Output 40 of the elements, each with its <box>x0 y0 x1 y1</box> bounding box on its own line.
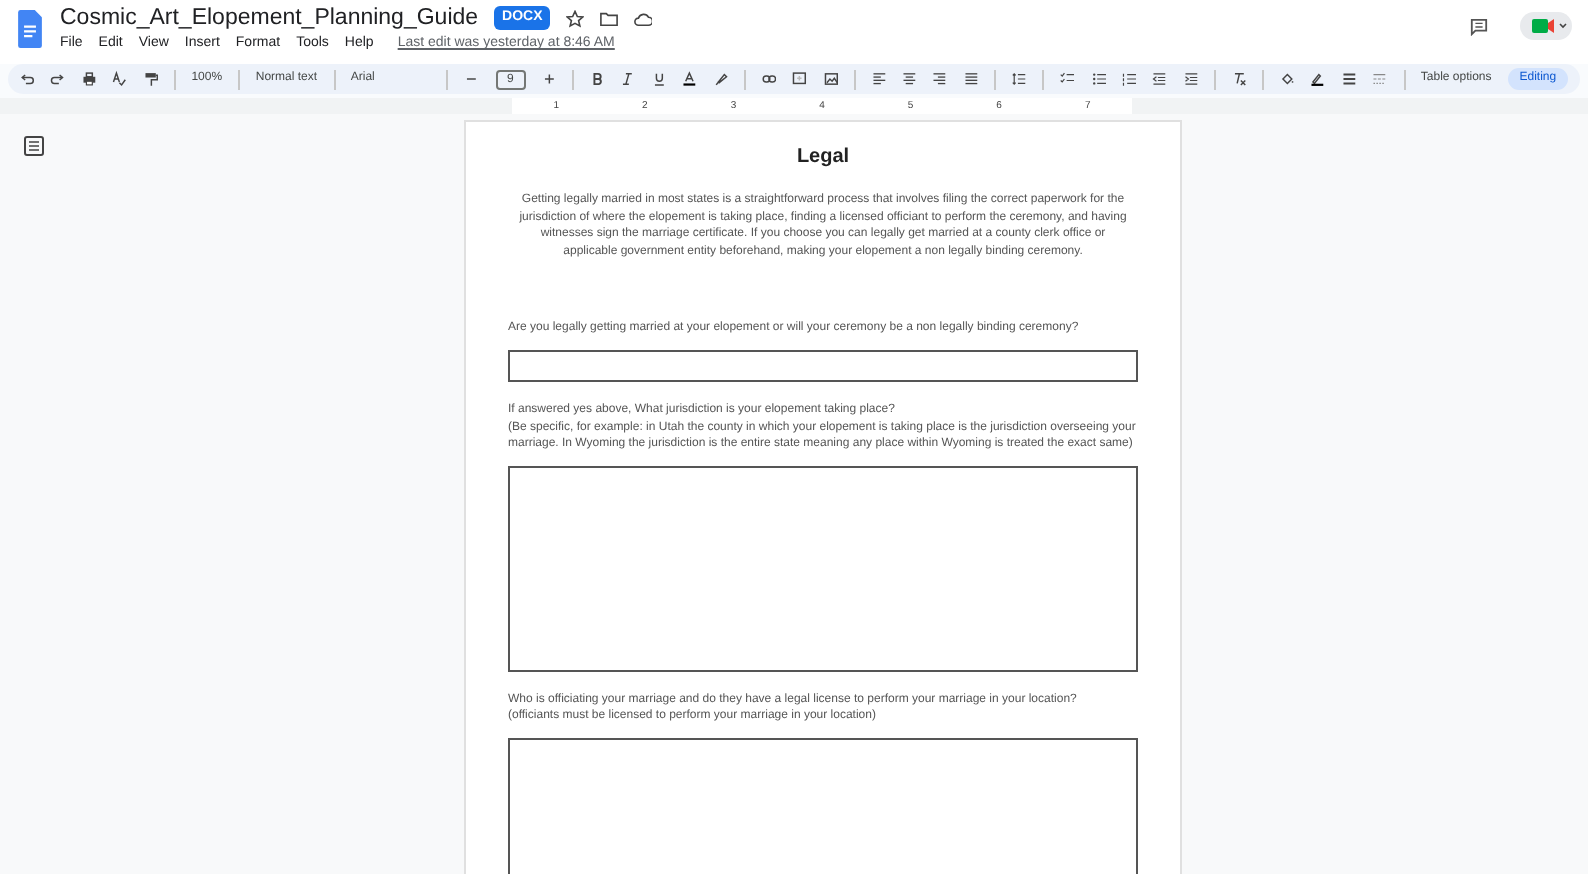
clear-formatting-icon[interactable] <box>1231 70 1247 88</box>
align-right-icon[interactable] <box>932 70 948 88</box>
document-icon[interactable] <box>16 10 44 48</box>
image-icon[interactable] <box>823 70 838 88</box>
align-left-icon[interactable] <box>871 70 887 88</box>
redo-icon[interactable] <box>50 70 66 88</box>
bold-icon[interactable] <box>590 70 605 88</box>
border-color-icon[interactable] <box>1310 70 1326 88</box>
cloud-icon[interactable] <box>634 9 653 27</box>
plus-icon[interactable] <box>541 70 557 88</box>
align-justify-icon[interactable] <box>963 70 979 88</box>
checklist-icon[interactable] <box>1060 70 1076 88</box>
outline-icon[interactable] <box>24 136 44 156</box>
paint-format-icon[interactable] <box>143 70 158 88</box>
document-title[interactable]: Cosmic_Art_Elopement_Planning_Guide <box>60 4 479 32</box>
section-heading: Legal <box>794 144 852 172</box>
italic-icon[interactable] <box>620 70 636 88</box>
answer-box[interactable] <box>508 349 1138 382</box>
increase-indent-icon[interactable] <box>1183 70 1199 88</box>
numbered-list-icon[interactable] <box>1121 70 1137 88</box>
bulleted-list-icon[interactable] <box>1091 70 1106 88</box>
fill-color-icon[interactable] <box>1280 70 1295 88</box>
link-icon[interactable] <box>761 70 777 88</box>
add-comment-icon[interactable] <box>792 70 808 88</box>
decrease-indent-icon[interactable] <box>1152 70 1168 88</box>
print-icon[interactable] <box>81 70 97 88</box>
line-spacing-icon[interactable] <box>1012 70 1027 88</box>
answer-box[interactable] <box>508 465 1138 672</box>
border-dash-icon[interactable] <box>1372 70 1388 88</box>
underline-icon[interactable] <box>651 70 667 88</box>
highlighter-icon[interactable] <box>713 70 728 88</box>
spellcheck-icon[interactable] <box>112 70 127 88</box>
align-center-icon[interactable] <box>902 70 917 88</box>
text-color-icon[interactable] <box>682 70 698 88</box>
border-width-icon[interactable] <box>1341 70 1357 88</box>
video-call-icon[interactable] <box>1520 12 1572 40</box>
comment-icon[interactable] <box>1470 17 1488 35</box>
folder-icon[interactable] <box>600 9 619 27</box>
star-icon[interactable] <box>566 9 585 27</box>
undo-icon[interactable] <box>20 70 35 88</box>
